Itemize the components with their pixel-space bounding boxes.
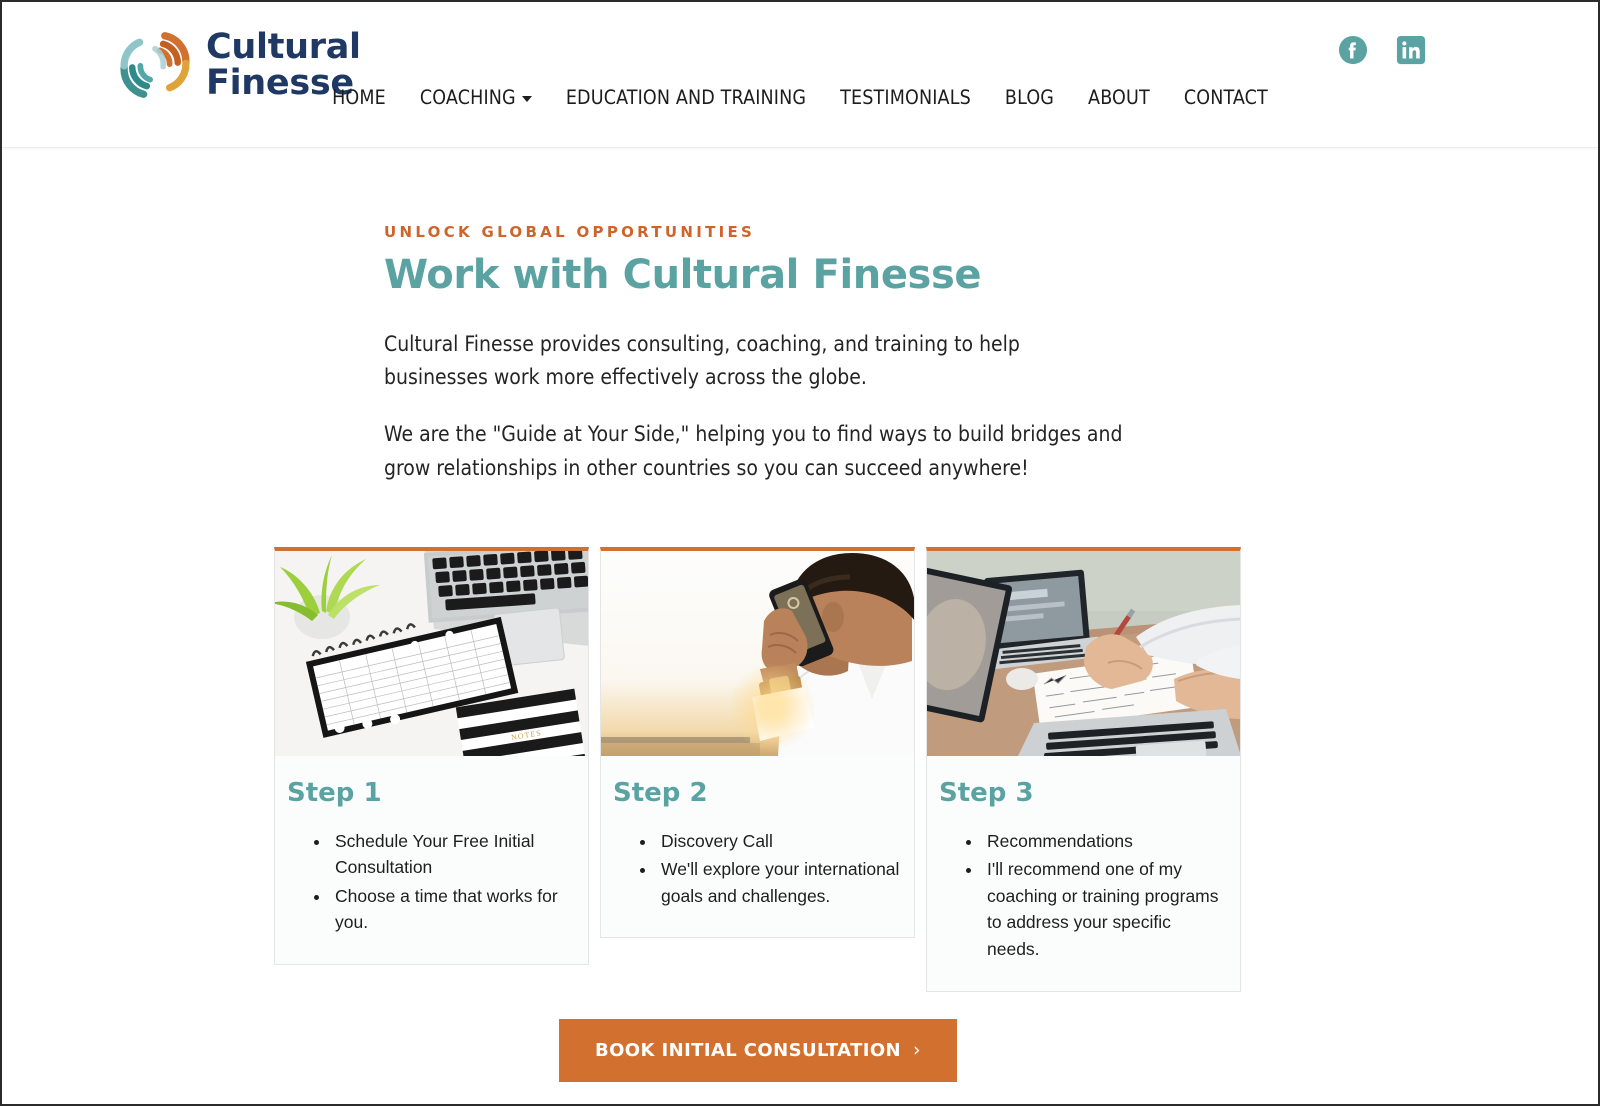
step-bullet-list: Discovery Call We'll explore your intern… bbox=[613, 828, 900, 910]
nav-item-education-and-training[interactable]: EDUCATION AND TRAINING bbox=[549, 80, 823, 115]
step-title: Step 3 bbox=[939, 777, 1034, 808]
intro-paragraph-1: Cultural Finesse provides consulting, co… bbox=[384, 332, 1020, 390]
book-initial-consultation-button[interactable]: BOOK INITIAL CONSULTATION › bbox=[558, 1018, 958, 1082]
nav-label: HOME bbox=[332, 86, 386, 109]
linkedin-icon[interactable] bbox=[1396, 35, 1426, 65]
nav-label: ABOUT bbox=[1088, 86, 1150, 109]
section-eyebrow: UNLOCK GLOBAL OPPORTUNITIES bbox=[384, 223, 756, 241]
cta-section: BOOK INITIAL CONSULTATION › bbox=[274, 992, 1242, 1082]
cta-label: BOOK INITIAL CONSULTATION bbox=[594, 1039, 902, 1061]
step-card: Step 2 Discovery Call We'll explore your… bbox=[600, 546, 915, 939]
browser-page: Cultural Finesse HOME COACHING EDUCATION… bbox=[0, 0, 1600, 1106]
site-header: Cultural Finesse HOME COACHING EDUCATION… bbox=[2, 2, 1598, 148]
step-title: Step 1 bbox=[287, 777, 382, 808]
step-card-body: Step 1 Schedule Your Free Initial Consul… bbox=[275, 756, 588, 964]
list-item: Recommendations bbox=[983, 828, 1226, 855]
nav-label: TESTIMONIALS bbox=[840, 86, 971, 109]
list-item: Schedule Your Free Initial Consultation bbox=[331, 828, 574, 881]
list-item: I'll recommend one of my coaching or tra… bbox=[983, 856, 1226, 962]
step-title: Step 2 bbox=[613, 777, 708, 808]
nav-label: BLOG bbox=[1004, 86, 1055, 109]
intro-section: UNLOCK GLOBAL OPPORTUNITIES Work with Cu… bbox=[384, 148, 1144, 485]
intro-paragraph-2: We are the "Guide at Your Side," helping… bbox=[384, 422, 1123, 480]
nav-item-home[interactable]: HOME bbox=[315, 80, 403, 115]
primary-navigation: HOME COACHING EDUCATION AND TRAINING TES… bbox=[2, 80, 1598, 115]
nav-item-contact[interactable]: CONTACT bbox=[1167, 80, 1285, 115]
step-card: Step 3 Recommendations I'll recommend on… bbox=[926, 546, 1241, 992]
nav-item-about[interactable]: ABOUT bbox=[1071, 80, 1167, 115]
nav-item-coaching[interactable]: COACHING bbox=[403, 80, 549, 115]
step-card: NOTES Step 1 Schedule Your Free Initial … bbox=[274, 546, 589, 966]
facebook-icon[interactable] bbox=[1338, 35, 1368, 65]
step-bullet-list: Schedule Your Free Initial Consultation … bbox=[287, 828, 574, 936]
steps-row: NOTES Step 1 Schedule Your Free Initial … bbox=[274, 485, 1242, 992]
list-item: We'll explore your international goals a… bbox=[657, 856, 900, 909]
step-card-body: Step 3 Recommendations I'll recommend on… bbox=[927, 756, 1240, 991]
team-working-laptops-photo bbox=[927, 550, 1240, 756]
step-bullet-list: Recommendations I'll recommend one of my… bbox=[939, 828, 1226, 963]
chevron-right-icon: › bbox=[913, 1038, 922, 1061]
list-item: Choose a time that works for you. bbox=[331, 883, 574, 936]
nav-label: CONTACT bbox=[1183, 86, 1268, 109]
page-title: Work with Cultural Finesse bbox=[384, 252, 982, 298]
step-card-body: Step 2 Discovery Call We'll explore your… bbox=[601, 756, 914, 938]
nav-label: COACHING bbox=[419, 86, 516, 109]
chevron-down-icon bbox=[521, 96, 532, 102]
nav-label: EDUCATION AND TRAINING bbox=[565, 86, 807, 109]
desk-planner-laptop-photo: NOTES bbox=[275, 550, 588, 756]
nav-item-testimonials[interactable]: TESTIMONIALS bbox=[823, 80, 988, 115]
nav-item-blog[interactable]: BLOG bbox=[988, 80, 1071, 115]
man-on-phone-call-photo bbox=[601, 550, 914, 756]
social-links bbox=[1338, 35, 1426, 65]
page-main: UNLOCK GLOBAL OPPORTUNITIES Work with Cu… bbox=[2, 148, 1598, 1082]
list-item: Discovery Call bbox=[657, 828, 900, 855]
